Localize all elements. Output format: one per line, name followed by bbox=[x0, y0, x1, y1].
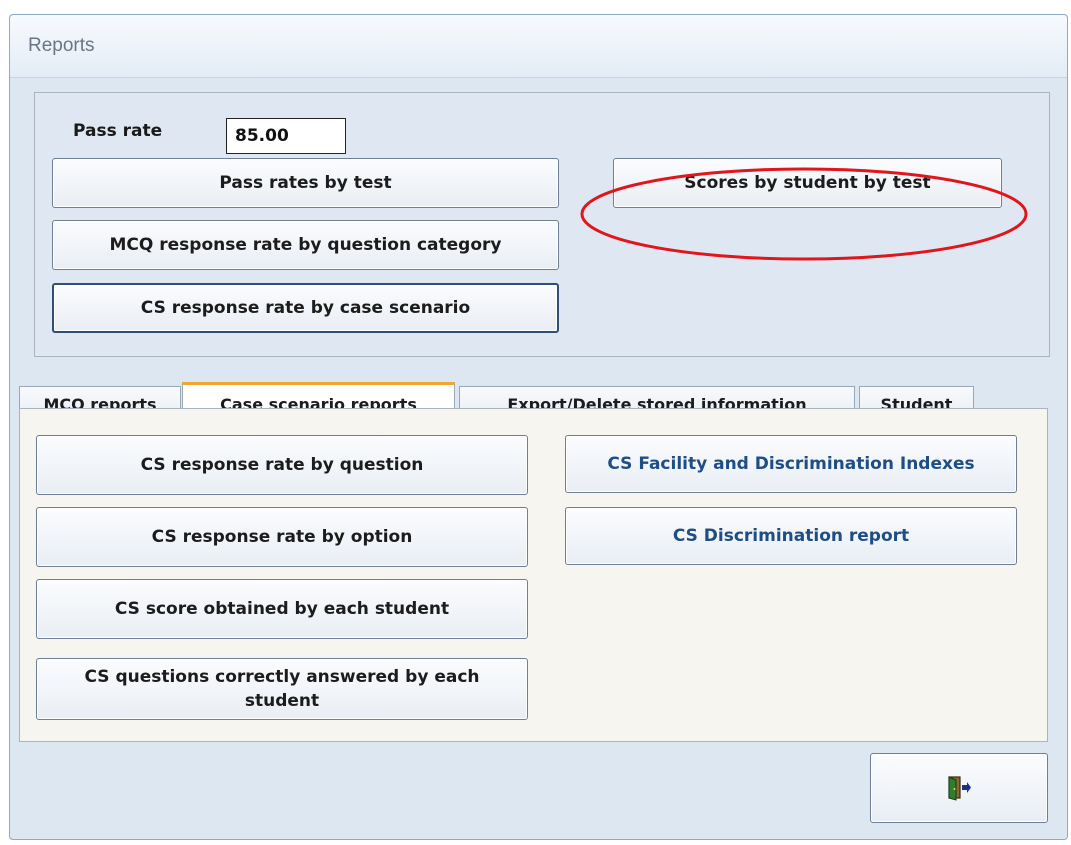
window-title: Reports bbox=[28, 35, 95, 56]
cs-discrimination-report-label: CS Discrimination report bbox=[672, 526, 910, 546]
cs-response-rate-case-label: CS response rate by case scenario bbox=[140, 298, 471, 318]
pass-rates-by-test-label: Pass rates by test bbox=[219, 173, 392, 193]
cs-response-rate-question-label: CS response rate by question bbox=[140, 455, 424, 475]
pass-rate-label: Pass rate bbox=[73, 121, 163, 141]
top-panel: Pass rate Pass rates by test MCQ respons… bbox=[34, 92, 1050, 357]
cs-response-rate-option-button[interactable]: CS response rate by option bbox=[36, 507, 528, 567]
cs-questions-correct-button[interactable]: CS questions correctly answered by each … bbox=[36, 658, 528, 720]
cs-discrimination-report-button[interactable]: CS Discrimination report bbox=[565, 507, 1017, 565]
cs-response-rate-option-label: CS response rate by option bbox=[151, 527, 413, 547]
pass-rates-by-test-button[interactable]: Pass rates by test bbox=[52, 158, 559, 208]
cs-facility-indexes-label: CS Facility and Discrimination Indexes bbox=[607, 454, 975, 474]
mcq-response-rate-button[interactable]: MCQ response rate by question category bbox=[52, 220, 559, 270]
case-scenario-tab-panel: CS response rate by question CS response… bbox=[19, 408, 1048, 742]
mcq-response-rate-label: MCQ response rate by question category bbox=[109, 235, 502, 255]
cs-response-rate-case-button[interactable]: CS response rate by case scenario bbox=[52, 283, 559, 333]
red-highlight-ellipse bbox=[580, 167, 1028, 261]
cs-score-each-student-label: CS score obtained by each student bbox=[114, 599, 450, 619]
cs-score-each-student-button[interactable]: CS score obtained by each student bbox=[36, 579, 528, 639]
cs-questions-correct-label: CS questions correctly answered by each … bbox=[84, 667, 480, 711]
pass-rate-input[interactable] bbox=[226, 118, 346, 154]
cs-facility-indexes-button[interactable]: CS Facility and Discrimination Indexes bbox=[565, 435, 1017, 493]
reports-window: Reports Pass rate Pass rates by test MCQ… bbox=[9, 14, 1068, 840]
title-bar: Reports bbox=[10, 15, 1067, 78]
exit-door-icon bbox=[948, 776, 971, 801]
cs-response-rate-question-button[interactable]: CS response rate by question bbox=[36, 435, 528, 495]
exit-button[interactable] bbox=[870, 753, 1048, 823]
